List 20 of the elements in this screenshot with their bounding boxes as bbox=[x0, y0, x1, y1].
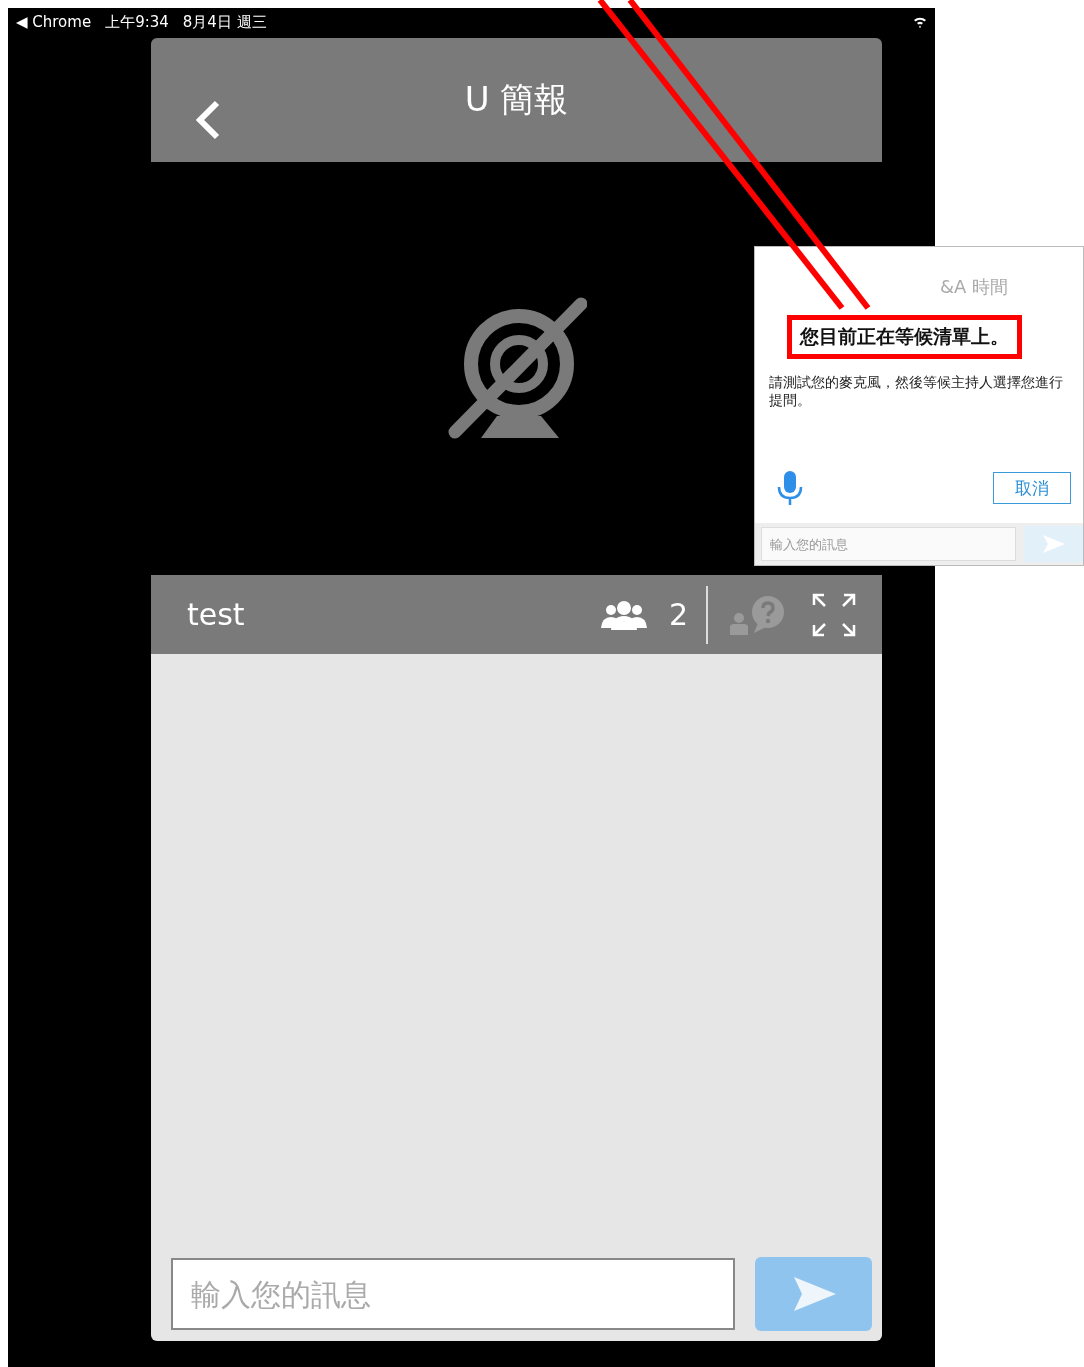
status-time: 上午9:34 bbox=[105, 12, 169, 32]
send-button[interactable] bbox=[755, 1257, 872, 1331]
participant-count: 2 bbox=[668, 597, 688, 632]
wifi-icon bbox=[913, 16, 927, 28]
send-icon bbox=[1042, 535, 1065, 553]
chat-title: test bbox=[187, 597, 246, 632]
back-icon[interactable] bbox=[195, 100, 221, 140]
status-date: 8月4日 週三 bbox=[182, 12, 267, 32]
popup-title: &A 時間 bbox=[938, 275, 1010, 299]
participants-icon[interactable] bbox=[600, 599, 647, 630]
popup-message-input[interactable]: 輸入您的訊息 bbox=[761, 527, 1016, 561]
fullscreen-icon[interactable] bbox=[812, 592, 856, 637]
cancel-button[interactable]: 取消 bbox=[993, 472, 1071, 504]
send-icon bbox=[791, 1275, 836, 1313]
popup-message: 請測試您的麥克風，然後等候主持人選擇您進行提問。 bbox=[769, 373, 1064, 409]
message-input[interactable]: 輸入您的訊息 bbox=[171, 1258, 736, 1330]
popup-heading: 您目前正在等候清單上。 bbox=[786, 315, 1022, 359]
back-to-app-link[interactable]: ◀ Chrome bbox=[16, 13, 92, 31]
header-title: U 簡報 bbox=[464, 78, 569, 121]
microphone-icon[interactable] bbox=[777, 471, 803, 505]
